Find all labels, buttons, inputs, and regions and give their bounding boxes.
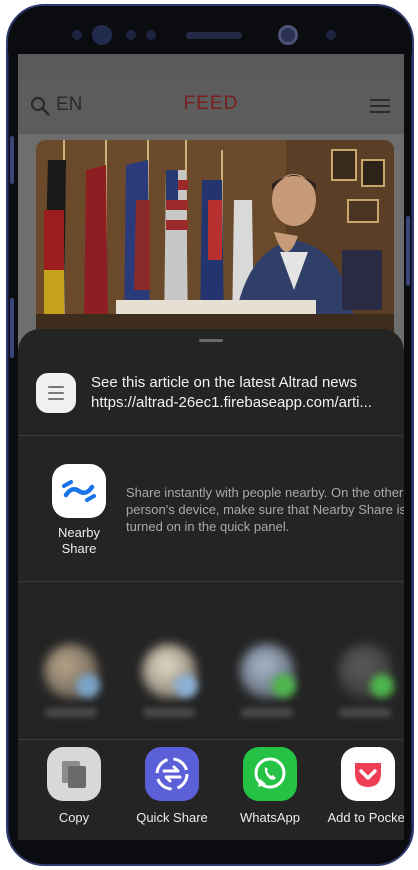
sensor: [326, 30, 336, 40]
app-badge-icon: [370, 674, 394, 698]
whatsapp-icon: [243, 747, 297, 801]
earpiece-speaker: [186, 32, 242, 39]
status-bar: [18, 54, 404, 78]
sensor: [126, 30, 136, 40]
nearby-share-label[interactable]: Nearby Share: [40, 525, 118, 557]
article-photo: [36, 140, 394, 340]
contact-name-blurred: [45, 708, 97, 717]
nearby-share-icon: [62, 480, 96, 502]
divider: [18, 435, 404, 436]
suggested-contacts-row: [18, 614, 404, 729]
app-label: Quick Share: [136, 810, 208, 825]
nearby-share-button[interactable]: [52, 464, 106, 518]
quick-share-icon: [145, 747, 199, 801]
app-label: Add to Pocket: [327, 810, 404, 825]
divider: [18, 581, 404, 582]
bixby-button: [10, 298, 14, 358]
top-bezel: [8, 6, 412, 54]
power-button: [406, 216, 410, 286]
app-label: WhatsApp: [240, 810, 300, 825]
app-badge-icon: [272, 674, 296, 698]
contact-name-blurred: [339, 708, 391, 717]
shared-link-preview: See this article on the latest Altrad ne…: [18, 363, 404, 435]
page-title: FEED: [183, 93, 239, 114]
contact-name-blurred: [143, 708, 195, 717]
nearby-share-description: Share instantly with people nearby. On t…: [126, 485, 404, 534]
bottom-bezel: [8, 840, 412, 864]
volume-button: [10, 136, 14, 184]
share-sheet: See this article on the latest Altrad ne…: [18, 329, 404, 844]
contact-name-blurred: [241, 708, 293, 717]
app-badge-icon: [174, 674, 198, 698]
pocket-icon: [341, 747, 395, 801]
sensor: [72, 30, 82, 40]
app-badge-icon: [76, 674, 100, 698]
link-title: See this article on the latest Altrad ne…: [91, 374, 357, 391]
iris-scanner: [92, 25, 112, 45]
app-label: Copy: [58, 810, 90, 825]
hamburger-menu-icon[interactable]: [370, 99, 390, 113]
link-url: https://altrad-26ec1.firebaseapp.com/art…: [91, 394, 372, 411]
document-icon: [36, 373, 76, 413]
article-hero-image[interactable]: [36, 140, 394, 340]
divider: [18, 739, 404, 740]
screen: EN FEED See this article on the latest A…: [18, 54, 404, 844]
front-camera: [278, 25, 298, 45]
app-header: EN FEED: [18, 78, 404, 134]
sheet-drag-handle[interactable]: [199, 339, 223, 342]
phone-frame: EN FEED See this article on the latest A…: [6, 4, 414, 866]
share-apps-row: Copy Quick Share WhatsApp Add to Pocket: [18, 747, 404, 844]
copy-icon: [47, 747, 101, 801]
sensor: [146, 30, 156, 40]
